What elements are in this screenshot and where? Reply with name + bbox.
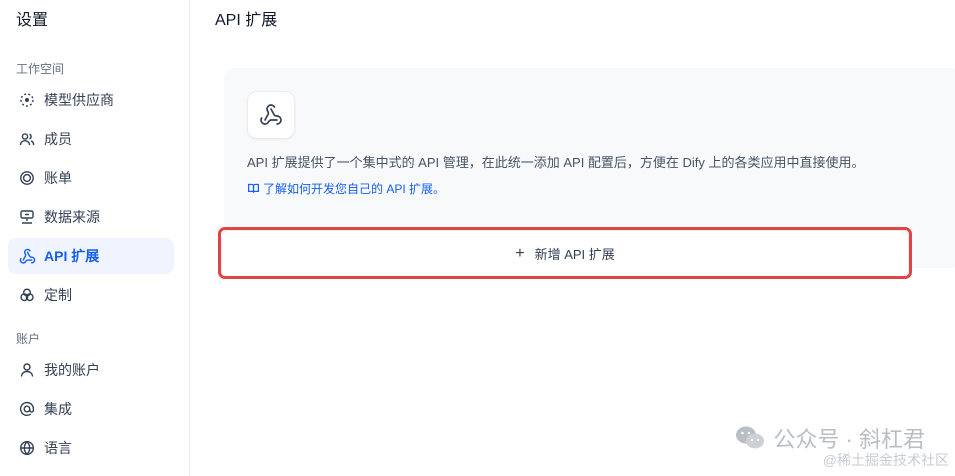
sidebar-item-members[interactable]: 成员 <box>8 121 174 157</box>
at-icon <box>18 400 36 418</box>
wechat-icon <box>735 425 765 451</box>
book-icon <box>247 182 260 195</box>
sidebar-item-label: 定制 <box>44 287 72 303</box>
user-icon <box>18 361 36 379</box>
billing-icon <box>18 169 36 187</box>
webhook-icon <box>259 103 283 127</box>
sidebar-item-data-source[interactable]: 数据来源 <box>8 199 174 235</box>
webhook-icon <box>18 247 36 265</box>
plus-icon: + <box>515 244 525 262</box>
globe-icon <box>18 439 36 457</box>
sidebar-item-label: 成员 <box>44 131 72 147</box>
webhook-icon-box <box>247 91 295 139</box>
sidebar-item-customize[interactable]: 定制 <box>8 277 174 313</box>
sidebar-item-label: 模型供应商 <box>44 92 114 108</box>
workspace-section-label: 工作空间 <box>16 62 65 76</box>
learn-more-text: 了解如何开发您自己的 API 扩展。 <box>263 182 446 196</box>
sidebar-item-label: 语言 <box>44 440 72 456</box>
sidebar-item-label: 集成 <box>44 401 72 417</box>
sidebar-item-my-account[interactable]: 我的账户 <box>8 352 174 388</box>
sidebar-item-integrations[interactable]: 集成 <box>8 391 174 427</box>
members-icon <box>18 130 36 148</box>
learn-more-link[interactable]: 了解如何开发您自己的 API 扩展。 <box>247 180 445 197</box>
sidebar-item-label: 账单 <box>44 170 72 186</box>
sidebar-item-label: 我的账户 <box>44 362 100 378</box>
sidebar-item-model-provider[interactable]: 模型供应商 <box>8 82 174 118</box>
add-api-extension-button[interactable]: + 新增 API 扩展 <box>221 230 909 277</box>
data-source-icon <box>18 208 36 226</box>
customize-icon <box>18 286 36 304</box>
add-api-extension-label: 新增 API 扩展 <box>534 247 615 262</box>
juejin-watermark: @稀土掘金技术社区 <box>822 452 949 468</box>
model-provider-icon <box>18 91 36 109</box>
page-title: API 扩展 <box>215 12 278 29</box>
sidebar-item-label: API 扩展 <box>44 248 100 264</box>
account-section-label: 账户 <box>16 332 41 346</box>
sidebar-title: 设置 <box>16 12 49 29</box>
sidebar-item-api-extension[interactable]: API 扩展 <box>8 238 174 274</box>
settings-sidebar: 设置 工作空间 模型供应商 成员 账单 数据来源 API 扩展 定制 账户 我的… <box>0 0 190 476</box>
api-extension-description: API 扩展提供了一个集中式的 API 管理，在此统一添加 API 配置后，方便… <box>247 155 865 170</box>
sidebar-item-billing[interactable]: 账单 <box>8 160 174 196</box>
sidebar-item-language[interactable]: 语言 <box>8 430 174 466</box>
sidebar-item-label: 数据来源 <box>44 209 100 225</box>
